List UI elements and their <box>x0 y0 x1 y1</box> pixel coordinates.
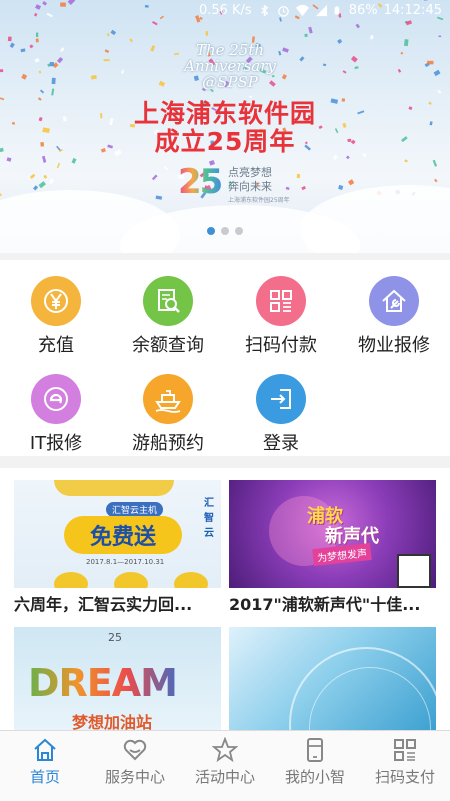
tab-service-center[interactable]: 服务中心 <box>90 731 180 801</box>
news-card[interactable]: 浦软 新声代 为梦想发声 2017"浦软新声代"十佳... <box>229 480 436 615</box>
banner-slogan: 点亮梦想 奔向未来 上海浦东软件园25周年 <box>228 166 290 204</box>
phone-card-icon <box>307 738 323 762</box>
qr-scan-icon <box>394 739 416 761</box>
it-repair-label: IT报修 <box>29 433 83 454</box>
document-search-icon <box>143 276 193 326</box>
news-title: 2017"浦软新声代"十佳... <box>229 595 421 614</box>
tab-my-xiaozhi[interactable]: 我的小智 <box>270 731 360 801</box>
news-thumbnail: 汇智云 汇智云主机 免费送 2017.8.1—2017.10.31 <box>14 480 221 588</box>
boat-booking-label: 游船预约 <box>132 433 204 454</box>
carousel-dot[interactable] <box>207 227 215 235</box>
battery-level: 86% <box>348 3 378 18</box>
it-e-icon <box>31 374 81 424</box>
tab-label: 扫码支付 <box>374 768 435 786</box>
battery-icon <box>334 6 339 15</box>
tab-activity-center[interactable]: 活动中心 <box>180 731 270 801</box>
property-repair-button[interactable]: 物业报修 <box>338 268 450 364</box>
anniversary-25-logo: 25 <box>178 162 223 202</box>
news-title: 六周年，汇智云实力回... <box>14 595 193 614</box>
tab-label: 活动中心 <box>194 768 255 786</box>
clock: 14:12:45 <box>383 3 442 18</box>
recharge-button[interactable]: 充值 <box>0 268 112 364</box>
login-label: 登录 <box>263 433 299 454</box>
bluetooth-icon <box>260 4 269 17</box>
login-button[interactable]: 登录 <box>225 366 337 462</box>
tab-label: 我的小智 <box>284 768 345 786</box>
news-card[interactable]: 汇智云 汇智云主机 免费送 2017.8.1—2017.10.31 六周年，汇智… <box>14 480 221 615</box>
login-icon <box>256 374 306 424</box>
star-icon <box>212 737 238 763</box>
tab-scan-pay[interactable]: 扫码支付 <box>360 731 450 801</box>
property-repair-label: 物业报修 <box>358 335 430 356</box>
news-thumbnail: 浦软 新声代 为梦想发声 <box>229 480 436 588</box>
news-card[interactable] <box>229 627 436 730</box>
heart-icon <box>123 739 147 761</box>
tab-home[interactable]: 首页 <box>0 731 90 801</box>
scan-pay-label: 扫码付款 <box>245 335 317 356</box>
alarm-icon <box>277 6 289 17</box>
balance-query-button[interactable]: 余额查询 <box>112 268 224 364</box>
qr-code-icon <box>256 276 306 326</box>
news-thumbnail: 25 DREAM 梦想加油站 <box>14 627 221 730</box>
wifi-icon <box>295 4 309 17</box>
carousel-dot[interactable] <box>235 227 243 235</box>
carousel-dot[interactable] <box>221 227 229 235</box>
scan-pay-button[interactable]: 扫码付款 <box>225 268 337 364</box>
yen-icon <box>31 276 81 326</box>
carousel-indicator <box>0 227 450 235</box>
news-feed: 汇智云 汇智云主机 免费送 2017.8.1—2017.10.31 六周年，汇智… <box>0 468 450 730</box>
ship-icon <box>143 374 193 424</box>
recharge-label: 充值 <box>38 335 74 356</box>
bottom-tab-bar: 首页 服务中心 活动中心 我的小智 扫码支付 <box>0 730 450 801</box>
promo-banner[interactable]: The 25th Anniversary @SPSP 上海浦东软件园 成立25周… <box>0 0 450 253</box>
network-speed: 0.56 K/s <box>198 3 252 18</box>
status-bar: 0.56 K/s 86% 14:12:45 <box>0 0 450 24</box>
signal-icon <box>315 4 327 17</box>
tab-label: 首页 <box>29 768 60 786</box>
home-icon <box>34 738 56 761</box>
it-repair-button[interactable]: IT报修 <box>0 366 112 462</box>
news-thumbnail <box>229 627 436 730</box>
banner-title-line2: 成立25周年 <box>154 127 296 156</box>
balance-query-label: 余额查询 <box>132 335 204 356</box>
house-wrench-icon <box>369 276 419 326</box>
anniversary-logo-text: The 25th Anniversary @SPSP <box>184 41 276 91</box>
news-card[interactable]: 25 DREAM 梦想加油站 <box>14 627 221 730</box>
tab-label: 服务中心 <box>104 768 165 786</box>
function-grid: 充值 余额查询 扫码付款 物业报修 IT报修 游船预约 登录 <box>0 260 450 456</box>
boat-booking-button[interactable]: 游船预约 <box>112 366 224 462</box>
